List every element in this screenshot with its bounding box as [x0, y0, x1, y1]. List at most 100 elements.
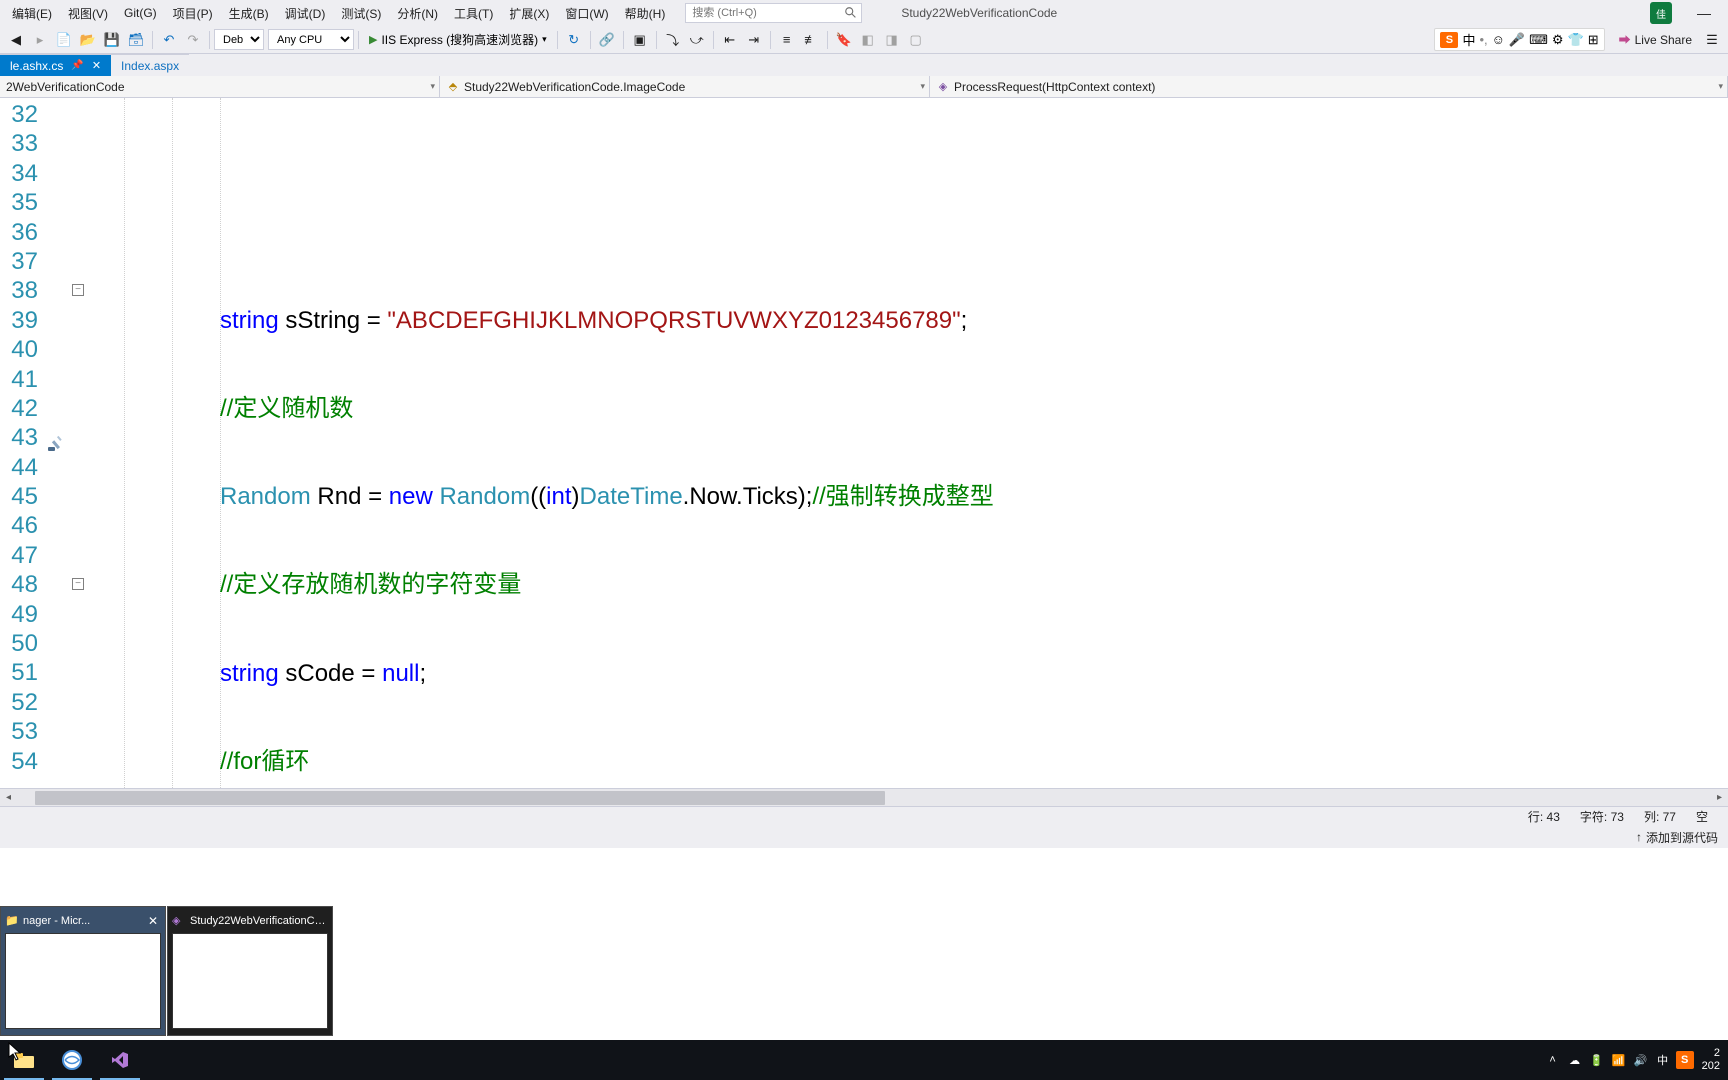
line-number: 53 — [0, 717, 46, 746]
platform-select[interactable]: Any CPU — [268, 29, 354, 50]
tab-inactive[interactable]: Index.aspx — [111, 54, 189, 76]
search-input[interactable] — [685, 3, 862, 23]
pin-icon[interactable]: 📌 — [71, 60, 83, 71]
bookmark-button[interactable]: 🔖 — [833, 29, 855, 51]
editor-scrollbar[interactable]: ◂ ▸ — [0, 788, 1728, 806]
minimize-button[interactable]: — — [1684, 2, 1724, 24]
tb-misc-2[interactable]: ◨ — [881, 29, 903, 51]
menu-help[interactable]: 帮助(H) — [617, 2, 674, 25]
add-to-source-label: 添加到源代码 — [1646, 829, 1718, 846]
scroll-left-icon[interactable]: ◂ — [0, 789, 17, 806]
tray-clock[interactable]: 2 202 — [1696, 1047, 1726, 1073]
file-tabs: le.ashx.cs 📌 ✕ Index.aspx — [0, 54, 1728, 76]
solution-name[interactable]: Study22WebVerificationCode — [886, 3, 1072, 23]
live-share-icon: ⮕ — [1619, 31, 1631, 48]
open-button[interactable]: 📂 — [77, 29, 99, 51]
menu-project[interactable]: 项目(P) — [165, 2, 221, 25]
menu-build[interactable]: 生成(B) — [221, 2, 277, 25]
menu-window[interactable]: 窗口(W) — [557, 2, 616, 25]
run-label: IIS Express (搜狗高速浏览器) — [381, 31, 538, 48]
tray-wifi-icon[interactable]: 📶 — [1608, 1040, 1630, 1080]
class-icon: ⬘ — [446, 80, 460, 94]
tray-ime[interactable]: 中 — [1652, 1040, 1674, 1080]
taskbar-browser[interactable] — [48, 1040, 96, 1080]
tray-onedrive-icon[interactable]: ☁ — [1564, 1040, 1586, 1080]
tray-volume-icon[interactable]: 🔊 — [1630, 1040, 1652, 1080]
ime-smiley-icon[interactable]: ☺ — [1492, 32, 1505, 47]
toolbar: ◀ ▸ 📄 📂 💾 🗃 ↶ ↷ Debug Any CPU ▶ IIS Expr… — [0, 26, 1728, 54]
menu-debug[interactable]: 调试(D) — [277, 2, 334, 25]
menu-git[interactable]: Git(G) — [116, 3, 165, 23]
margin-column — [46, 98, 70, 788]
save-button[interactable]: 💾 — [101, 29, 123, 51]
nav-project-label: 2WebVerificationCode — [6, 80, 125, 94]
scroll-thumb[interactable] — [35, 791, 885, 805]
close-icon[interactable]: ✕ — [92, 59, 101, 72]
indent-button[interactable]: ⇥ — [743, 29, 765, 51]
undo-button[interactable]: ↶ — [158, 29, 180, 51]
fold-toggle[interactable]: − — [72, 578, 84, 590]
forward-button[interactable]: ▸ — [29, 29, 51, 51]
line-number: 49 — [0, 600, 46, 629]
quick-action-icon[interactable] — [46, 434, 66, 454]
ime-grid-icon[interactable]: ⊞ — [1588, 32, 1599, 48]
vs-icon: ◈ — [172, 914, 186, 928]
preview-title-2: Study22WebVerificationCod... — [190, 915, 328, 927]
add-to-source-bar[interactable]: ↑ 添加到源代码 — [0, 826, 1728, 848]
tb-misc-3[interactable]: ▢ — [905, 29, 927, 51]
tray-battery-icon[interactable]: 🔋 — [1586, 1040, 1608, 1080]
nav-project[interactable]: 2WebVerificationCode ▾ — [0, 76, 440, 97]
menu-extensions[interactable]: 扩展(X) — [501, 2, 557, 25]
back-button[interactable]: ◀ — [5, 29, 27, 51]
save-all-button[interactable]: 🗃 — [125, 29, 147, 51]
config-select[interactable]: Debug — [214, 29, 264, 50]
tray-chevron-icon[interactable]: ˄ — [1542, 1040, 1564, 1080]
windows-taskbar: ˄ ☁ 🔋 📶 🔊 中 S 2 202 — [0, 1040, 1728, 1080]
ime-bar[interactable]: S 中 •, ☺ 🎤 ⌨ ⚙ 👕 ⊞ — [1434, 28, 1604, 51]
step-over-button[interactable]: ⤻ — [686, 29, 708, 51]
new-file-button[interactable]: 📄 — [53, 29, 75, 51]
feedback-button[interactable]: ☰ — [1701, 29, 1723, 51]
taskbar-visualstudio[interactable] — [96, 1040, 144, 1080]
line-number: 48 — [0, 570, 46, 599]
close-icon[interactable]: ✕ — [145, 914, 161, 928]
browser-link-button[interactable]: 🔗 — [596, 29, 618, 51]
refresh-button[interactable]: ↻ — [563, 29, 585, 51]
preview-card-2[interactable]: ◈ Study22WebVerificationCod... — [167, 906, 333, 1036]
menu-view[interactable]: 视图(V) — [60, 2, 116, 25]
preview-card-1[interactable]: 📁 nager - Micr... ✕ — [0, 906, 166, 1036]
uncomment-button[interactable]: ≢ — [800, 29, 822, 51]
line-number: 40 — [0, 335, 46, 364]
nav-class[interactable]: ⬘ Study22WebVerificationCode.ImageCode ▾ — [440, 76, 930, 97]
run-button[interactable]: ▶ IIS Express (搜狗高速浏览器) ▾ — [363, 29, 553, 51]
comment-button[interactable]: ≡ — [776, 29, 798, 51]
avatar[interactable]: 佳 — [1650, 2, 1672, 24]
code-editor[interactable]: 3233343536373839404142434445464748495051… — [0, 98, 1728, 788]
ime-cn[interactable]: 中 — [1462, 30, 1475, 49]
redo-button[interactable]: ↷ — [182, 29, 204, 51]
line-number: 47 — [0, 541, 46, 570]
ime-mic-icon[interactable]: 🎤 — [1509, 32, 1525, 48]
fold-toggle[interactable]: − — [72, 284, 84, 296]
menu-analyze[interactable]: 分析(N) — [389, 2, 446, 25]
tb-misc-1[interactable]: ◧ — [857, 29, 879, 51]
ime-skin-icon[interactable]: 👕 — [1568, 32, 1584, 48]
line-number: 50 — [0, 629, 46, 658]
ime-kbd-icon[interactable]: ⌨ — [1529, 32, 1548, 48]
live-share-button[interactable]: ⮕ Live Share — [1611, 29, 1700, 51]
step-into-button[interactable]: ⤵ — [662, 29, 684, 51]
outdent-button[interactable]: ⇤ — [719, 29, 741, 51]
sogou-icon: S — [1440, 32, 1458, 48]
tray-sogou-icon[interactable]: S — [1676, 1051, 1694, 1069]
tb-icon-1[interactable]: ▣ — [629, 29, 651, 51]
menu-test[interactable]: 测试(S) — [333, 2, 389, 25]
scroll-right-icon[interactable]: ▸ — [1711, 789, 1728, 806]
menu-tools[interactable]: 工具(T) — [446, 2, 501, 25]
tab-active[interactable]: le.ashx.cs 📌 ✕ — [0, 54, 111, 76]
search-box — [685, 3, 862, 23]
ime-gear-icon[interactable]: ⚙ — [1552, 32, 1564, 48]
code-area[interactable]: string sString = "ABCDEFGHIJKLMNOPQRSTUV… — [94, 98, 1728, 788]
nav-method[interactable]: ◈ ProcessRequest(HttpContext context) ▾ — [930, 76, 1728, 97]
menu-edit[interactable]: 编辑(E) — [4, 2, 60, 25]
line-number: 41 — [0, 365, 46, 394]
